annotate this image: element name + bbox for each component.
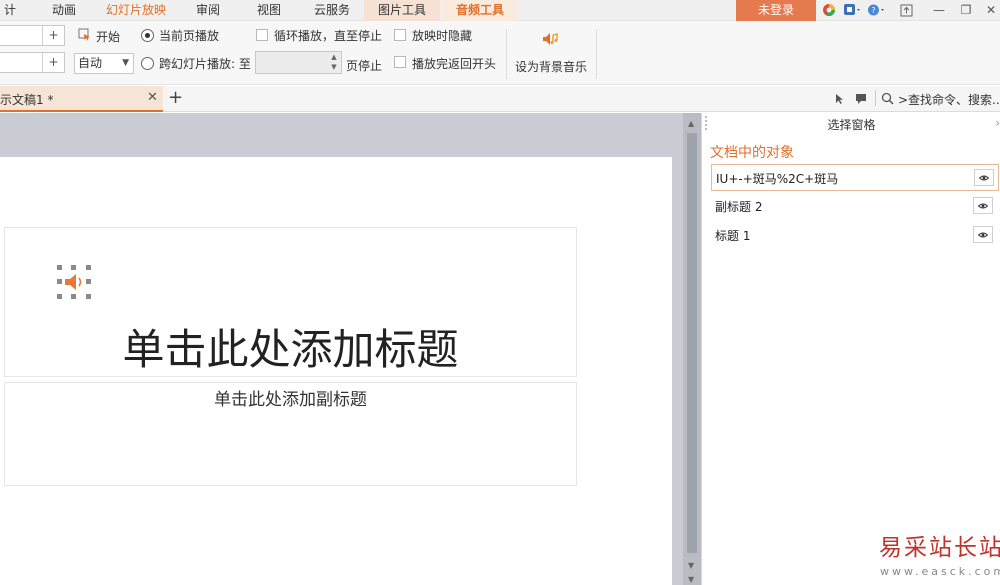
background-music-label[interactable]: 设为背景音乐 [515,58,587,75]
watermark-text: 易采站长站 [879,535,1000,561]
selection-pane: 选择窗格 › 文档中的对象 IU+-+斑马%2C+斑马 副标题 2 标题 1 [701,113,1000,585]
plus-icon[interactable]: + [42,26,64,45]
menu-bar: 计 动画 幻灯片放映 审阅 视图 云服务 图片工具 音频工具 未登录 ? — ❐… [0,0,1000,21]
object-item-subtitle[interactable]: 副标题 2 [711,193,999,220]
scrollbar-thumb[interactable] [687,133,697,553]
scroll-down-icon[interactable]: ▼ [688,561,694,570]
spin-arrows-icon[interactable]: ▲ ▼ [329,52,339,72]
object-item-title[interactable]: 标题 1 [711,222,999,249]
menu-tab-picture-tools[interactable]: 图片工具 [364,0,440,21]
resize-handle[interactable] [57,294,62,299]
current-page-radio[interactable] [141,29,154,42]
tabbar-divider [875,90,876,106]
scroll-up-icon[interactable]: ▲ [688,119,694,128]
cursor-icon[interactable] [834,93,846,108]
login-button[interactable]: 未登录 [736,0,816,21]
ribbon-separator [506,29,507,79]
plus-icon[interactable]: + [42,53,64,72]
restore-icon[interactable]: ❐ [953,0,979,21]
collapse-pane-icon[interactable]: › [995,116,1000,130]
ribbon-separator [596,29,597,79]
pane-title: 选择窗格 [827,118,876,132]
fade-spinner[interactable]: + [0,52,65,73]
ribbon: + + 开始 自动 ▼ 当前页播放 跨幻灯片播放: 至 ▲ ▼ 页停止 循环播放，… [0,21,1000,85]
menu-tab-view[interactable]: 视图 [247,0,291,21]
watermark-url: www.easck.com [880,565,1000,578]
object-item-label: IU+-+斑马%2C+斑马 [716,172,839,186]
background-music-icon[interactable] [541,30,559,51]
rewind-checkbox[interactable] [394,56,406,68]
object-item-audio[interactable]: IU+-+斑马%2C+斑马 [711,164,999,191]
menu-tab-cloud[interactable]: 云服务 [304,0,360,21]
resize-handle[interactable] [86,265,91,270]
speaker-icon[interactable] [63,272,85,295]
search-icon[interactable] [881,92,894,108]
cross-slide-label[interactable]: 跨幻灯片播放: 至 [159,55,251,72]
svg-text:?: ? [871,6,875,15]
hide-checkbox[interactable] [394,29,406,41]
document-tab-label: 示文稿1 * [0,93,54,107]
comment-icon[interactable] [855,93,867,108]
resize-handle[interactable] [57,265,62,270]
help-icon[interactable]: ? [866,2,886,18]
slide-workspace[interactable]: 单击此处添加标题 单击此处添加副标题 [0,113,683,585]
menu-tab-design[interactable]: 计 [0,0,20,21]
resize-handle[interactable] [57,279,62,284]
subtitle-placeholder[interactable]: 单击此处添加副标题 [4,382,577,486]
current-page-label[interactable]: 当前页播放 [159,27,219,44]
slide-canvas[interactable]: 单击此处添加标题 单击此处添加副标题 [0,157,672,585]
eye-icon[interactable] [973,197,993,214]
pane-section-title: 文档中的对象 [710,145,794,161]
close-window-icon[interactable]: ✕ [978,0,1000,21]
object-item-label: 副标题 2 [715,200,763,214]
title-placeholder[interactable]: 单击此处添加标题 [4,227,577,377]
audio-object[interactable] [57,265,91,299]
slide-subtitle[interactable]: 单击此处添加副标题 [5,385,576,410]
start-label[interactable]: 开始 [96,28,120,45]
menu-tab-audio-tools[interactable]: 音频工具 [442,0,518,21]
loop-label[interactable]: 循环播放，直至停止 [274,27,382,44]
resize-handle[interactable] [86,279,91,284]
menu-tab-review[interactable]: 审阅 [186,0,230,21]
command-search[interactable]: >查找命令、搜索... [898,91,1000,108]
resize-handle[interactable] [71,265,76,270]
document-tab[interactable]: 示文稿1 * ✕ [0,86,163,112]
cross-slide-radio[interactable] [141,57,154,70]
slide-title[interactable]: 单击此处添加标题 [5,316,576,377]
object-item-label: 标题 1 [715,229,751,243]
resize-handle[interactable] [86,294,91,299]
minimize-icon[interactable]: — [926,0,952,21]
eye-icon[interactable] [973,226,993,243]
close-tab-icon[interactable]: ✕ [147,90,158,105]
user-center-icon[interactable] [842,2,862,18]
volume-spinner[interactable]: + [0,25,65,46]
rewind-label[interactable]: 播放完返回开头 [412,55,496,72]
eye-icon[interactable] [974,169,994,186]
page-stop-label: 页停止 [346,59,383,73]
hide-label[interactable]: 放映时隐藏 [412,27,472,44]
menu-tab-slideshow[interactable]: 幻灯片放映 [98,0,174,21]
menu-tab-animation[interactable]: 动画 [40,0,88,21]
start-mode-select[interactable]: 自动 ▼ [74,53,134,74]
loop-checkbox[interactable] [256,29,268,41]
start-icon[interactable] [78,28,91,44]
share-icon[interactable] [898,2,914,18]
skin-icon[interactable] [821,2,837,18]
document-tab-bar: 示文稿1 * ✕ + >查找命令、搜索... [0,86,1000,112]
new-tab-icon[interactable]: + [168,87,183,108]
vertical-scrollbar[interactable]: ▲ ▼ ▼ [683,113,701,585]
chevron-down-icon: ▼ [122,58,129,68]
stop-page-input[interactable]: ▲ ▼ [255,51,342,74]
start-mode-value: 自动 [78,56,103,70]
scroll-down-icon[interactable]: ▼ [688,575,694,584]
